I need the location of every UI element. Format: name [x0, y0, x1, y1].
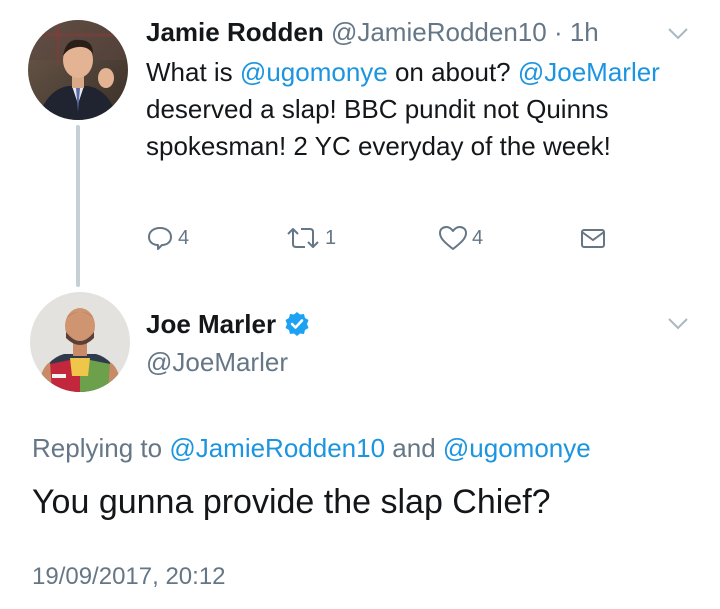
reply-tweet-text: What is @ugomonye on about? @JoeMarler d…: [146, 54, 666, 165]
reply-count: 4: [178, 226, 190, 249]
verified-badge-icon: [285, 312, 309, 336]
main-tweet-author: Joe Marler: [146, 306, 310, 342]
author-name[interactable]: Joe Marler: [146, 306, 276, 342]
tweet-timestamp[interactable]: 19/09/2017, 20:12: [32, 560, 226, 594]
direct-message-button[interactable]: [579, 224, 607, 252]
mention-link[interactable]: @ugomonye: [240, 57, 388, 87]
mention-link[interactable]: @JamieRodden10: [169, 433, 385, 463]
replying-to-line: Replying to @JamieRodden10 and @ugomonye: [32, 430, 591, 466]
author-handle[interactable]: @JoeMarler: [146, 344, 288, 380]
joe-marler-avatar[interactable]: [30, 292, 130, 392]
retweet-icon: [287, 228, 319, 248]
retweet-count: 1: [325, 226, 337, 249]
separator-dot: ·: [553, 17, 563, 47]
chevron-down-icon[interactable]: [666, 26, 690, 42]
tweet-text-segment: What is: [146, 57, 240, 87]
replying-and: and: [385, 433, 443, 463]
like-button[interactable]: 4: [438, 224, 483, 252]
mention-link[interactable]: @JoeMarler: [518, 57, 660, 87]
author-handle[interactable]: @JamieRodden10: [331, 17, 547, 47]
reply-icon: [148, 227, 172, 250]
like-count: 4: [472, 226, 484, 249]
tweet-time[interactable]: 1h: [570, 17, 599, 47]
jamie-rodden-avatar[interactable]: [28, 20, 128, 120]
envelope-icon: [581, 229, 605, 248]
tweet-text-segment: deserved a slap! BBC pundit not Quinns s…: [146, 94, 611, 161]
reply-button[interactable]: 4: [146, 224, 189, 252]
tweet-text-segment: on about?: [387, 57, 518, 87]
conversation-thread-line: [76, 125, 80, 287]
heart-icon: [439, 226, 467, 250]
replying-prefix: Replying to: [32, 433, 170, 463]
main-tweet-text: You gunna provide the slap Chief?: [32, 483, 551, 521]
mention-link[interactable]: @ugomonye: [443, 433, 591, 463]
retweet-button[interactable]: 1: [285, 224, 336, 252]
author-name[interactable]: Jamie Rodden: [146, 17, 324, 47]
reply-tweet-header: Jamie Rodden @JamieRodden10 · 1h: [146, 14, 599, 50]
chevron-down-icon[interactable]: [666, 316, 690, 332]
